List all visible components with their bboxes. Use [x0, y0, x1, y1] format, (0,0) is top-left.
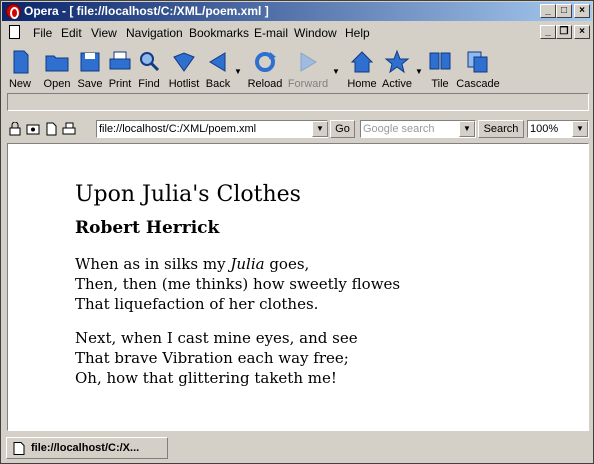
page-tab-icon — [13, 442, 25, 455]
close-button[interactable]: × — [574, 4, 590, 18]
hotlist-icon — [171, 49, 197, 75]
home-button[interactable]: Home — [346, 45, 378, 90]
mdi-minimize-button[interactable]: _ — [540, 25, 556, 39]
home-label: Home — [347, 78, 377, 90]
menu-email[interactable]: E-mail — [254, 26, 288, 40]
address-field[interactable]: file://localhost/C:/XML/poem.xml — [96, 120, 328, 138]
stanza-2-line-3: Oh, how that glittering taketh me! — [75, 369, 337, 387]
menu-bar: File Edit View Navigation Bookmarks E-ma… — [2, 22, 592, 43]
active-menu-arrow-icon[interactable]: ▼ — [415, 67, 423, 76]
forward-arrow-icon — [295, 49, 321, 75]
menu-edit[interactable]: Edit — [61, 26, 82, 40]
tile-windows-icon — [427, 49, 453, 75]
document-icon[interactable] — [9, 25, 20, 39]
forward-label: Forward — [287, 78, 329, 90]
menu-navigation[interactable]: Navigation — [126, 26, 183, 40]
menu-bookmarks[interactable]: Bookmarks — [189, 26, 249, 40]
search-engine-dropdown-arrow-icon[interactable]: ▼ — [459, 121, 475, 137]
printer-icon — [107, 49, 133, 75]
star-icon — [384, 49, 410, 75]
print-button[interactable]: Print — [106, 45, 134, 90]
search-placeholder: Google search — [363, 123, 435, 135]
folder-icon — [44, 49, 70, 75]
hotlist-button[interactable]: Hotlist — [167, 45, 201, 90]
back-arrow-icon — [205, 49, 231, 75]
stanza-1-line-2: Then, then (me thinks) how sweetly flowe… — [75, 275, 401, 293]
hotlist-label: Hotlist — [168, 78, 200, 90]
stanza-1-line-1: When as in silks my Julia goes, — [75, 254, 400, 274]
stanza-1: When as in silks my Julia goes, Then, th… — [75, 254, 400, 314]
address-toolbar: file://localhost/C:/XML/poem.xml ▼ Go Go… — [2, 117, 592, 141]
reload-label: Reload — [247, 78, 283, 90]
stanza-2-line-2: That brave Vibration each way free; — [75, 349, 349, 367]
active-button[interactable]: Active — [380, 45, 414, 90]
line-text: goes, — [264, 255, 310, 273]
window-title: Opera - [ file://localhost/C:/XML/poem.x… — [24, 4, 269, 18]
lock-icon[interactable] — [8, 122, 22, 136]
poem-author: Robert Herrick — [75, 218, 220, 238]
menu-help[interactable]: Help — [345, 26, 370, 40]
reload-button[interactable]: Reload — [247, 45, 283, 90]
personal-bar — [7, 93, 589, 111]
stanza-2-line-1: Next, when I cast mine eyes, and see — [75, 329, 358, 347]
floppy-disk-icon — [77, 49, 103, 75]
tile-label: Tile — [431, 78, 449, 90]
print-label: Print — [108, 78, 132, 90]
new-button[interactable]: New — [5, 45, 35, 90]
page-content: Upon Julia's Clothes Robert Herrick When… — [7, 143, 589, 431]
minimize-button[interactable]: _ — [540, 4, 556, 18]
mdi-close-button[interactable]: × — [574, 25, 590, 39]
find-button[interactable]: Find — [135, 45, 163, 90]
status-bar: file://localhost/C:/X... — [2, 433, 592, 463]
mdi-restore-button[interactable]: ❐ — [556, 25, 572, 39]
maximize-button[interactable]: □ — [556, 4, 572, 18]
new-label: New — [8, 78, 31, 90]
active-label: Active — [382, 78, 412, 90]
home-icon — [349, 49, 375, 75]
back-label: Back — [205, 78, 231, 90]
menu-view[interactable]: View — [91, 26, 117, 40]
tile-button[interactable]: Tile — [427, 45, 453, 90]
page-icon[interactable] — [44, 122, 58, 136]
cascade-button[interactable]: Cascade — [456, 45, 500, 90]
back-button[interactable]: Back — [204, 45, 232, 90]
cascade-label: Cascade — [456, 78, 500, 90]
zoom-value: 100% — [530, 123, 559, 135]
save-button[interactable]: Save — [75, 45, 105, 90]
window-tab[interactable]: file://localhost/C:/X... — [6, 437, 168, 459]
title-bar: Opera - [ file://localhost/C:/XML/poem.x… — [2, 2, 592, 21]
zoom-dropdown-arrow-icon[interactable]: ▼ — [572, 121, 588, 137]
stanza-1-line-3: That liquefaction of her clothes. — [75, 295, 319, 313]
browser-window: Opera - [ file://localhost/C:/XML/poem.x… — [0, 0, 594, 464]
open-label: Open — [43, 78, 71, 90]
go-button[interactable]: Go — [330, 120, 355, 138]
cascade-windows-icon — [465, 49, 491, 75]
main-toolbar: New Open Save Print Find Hotlist Back ▼ … — [5, 45, 589, 93]
find-label: Find — [138, 78, 160, 90]
new-page-icon — [7, 49, 33, 75]
poem-title: Upon Julia's Clothes — [75, 182, 301, 207]
images-icon[interactable] — [26, 122, 40, 136]
menu-file[interactable]: File — [33, 26, 52, 40]
back-history-arrow-icon[interactable]: ▼ — [234, 67, 242, 76]
reload-icon — [252, 49, 278, 75]
opera-logo-icon — [6, 4, 21, 19]
window-tab-label: file://localhost/C:/X... — [31, 442, 140, 454]
stanza-2: Next, when I cast mine eyes, and see Tha… — [75, 328, 358, 388]
magnifier-icon — [136, 49, 162, 75]
menu-window[interactable]: Window — [294, 26, 337, 40]
address-url: file://localhost/C:/XML/poem.xml — [99, 123, 257, 135]
save-label: Save — [77, 78, 103, 90]
julia-name: Julia — [230, 255, 265, 273]
forward-history-arrow-icon[interactable]: ▼ — [332, 67, 340, 76]
forward-button[interactable]: Forward — [286, 45, 330, 90]
print-small-icon[interactable] — [62, 122, 76, 136]
search-button[interactable]: Search — [478, 120, 524, 138]
open-button[interactable]: Open — [40, 45, 74, 90]
address-dropdown-arrow-icon[interactable]: ▼ — [312, 121, 328, 137]
line-text: When as in silks my — [75, 255, 231, 273]
